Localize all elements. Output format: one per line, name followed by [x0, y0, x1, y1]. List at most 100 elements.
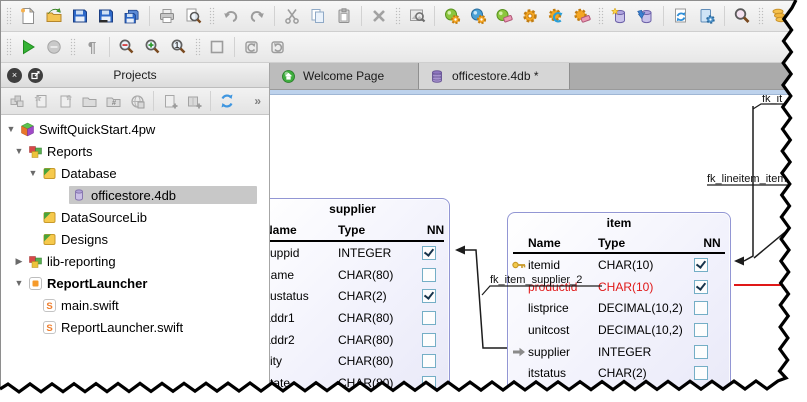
compile-gear-swirl-icon[interactable] [543, 4, 569, 28]
save-as-icon[interactable] [93, 4, 119, 28]
table-row[interactable]: unitcost DECIMAL(10,2) [508, 319, 730, 341]
nn-checkbox[interactable] [694, 322, 708, 337]
tree-item-reportlauncher[interactable]: ▼ ReportLauncher [1, 272, 269, 294]
copy-icon[interactable] [305, 4, 331, 28]
expander-icon[interactable]: ▶ [13, 256, 25, 267]
expander-icon[interactable]: ▼ [13, 146, 25, 156]
clean-ball-eraser-icon[interactable] [491, 4, 517, 28]
build-green-ball-icon[interactable] [439, 4, 465, 28]
new-file-icon[interactable] [29, 89, 53, 113]
nn-checkbox[interactable] [694, 257, 708, 272]
add-package-icon[interactable] [182, 89, 206, 113]
database-settings-icon[interactable] [694, 4, 720, 28]
toolbar-drag-handle[interactable] [6, 7, 12, 25]
database-import-icon[interactable] [633, 4, 659, 28]
toolbar-overflow-button[interactable]: » [254, 94, 261, 108]
nn-checkbox[interactable] [422, 245, 436, 260]
table-row[interactable]: suppidINTEGER [270, 242, 449, 264]
schema-diagram-canvas[interactable]: supplier Name Type NN suppidINTEGER name… [270, 95, 807, 402]
table-row[interactable]: supplier INTEGER [508, 341, 730, 363]
tab-officestore[interactable]: officestore.4db * [419, 63, 570, 89]
modules-icon[interactable] [5, 89, 29, 113]
relation-line-diagonal[interactable] [753, 212, 807, 259]
nn-checkbox[interactable] [694, 301, 708, 316]
cut-icon[interactable] [279, 4, 305, 28]
table-supplier[interactable]: supplier Name Type NN suppidINTEGER name… [270, 198, 450, 402]
tree-item-project[interactable]: ▼ SwiftQuickStart.4pw [1, 118, 269, 140]
nn-checkbox[interactable] [422, 267, 436, 282]
table-row[interactable]: listprice DECIMAL(10,2) [508, 297, 730, 319]
tree-item-datasourcelib[interactable]: DataSourceLib [1, 206, 269, 228]
save-all-icon[interactable] [119, 4, 145, 28]
tree-item-lib-reporting[interactable]: ▶ lib-reporting [1, 250, 269, 272]
relation-line-lineitem-item[interactable] [743, 106, 754, 262]
folder-icon[interactable] [77, 89, 101, 113]
nn-checkbox[interactable] [422, 289, 436, 304]
tree-item-reportlauncher-swift[interactable]: S ReportLauncher.swift [1, 316, 269, 338]
undo-icon[interactable] [218, 4, 244, 28]
home-globe-icon[interactable] [793, 4, 807, 28]
expander-icon[interactable]: ▼ [5, 124, 17, 134]
deploy-package-icon[interactable] [125, 89, 149, 113]
relation-label-lineitem-item[interactable]: fk_lineitem_item [707, 173, 786, 185]
table-row[interactable]: cityCHAR(80) [270, 350, 449, 372]
table-row[interactable]: addr1CHAR(80) [270, 307, 449, 329]
open-folder-icon[interactable] [41, 4, 67, 28]
detach-panel-button[interactable] [28, 67, 43, 83]
table-row[interactable]: nameCHAR(80) [270, 264, 449, 286]
stop-icon[interactable] [41, 35, 67, 59]
new-document-icon[interactable] [15, 4, 41, 28]
preview-image-icon[interactable] [404, 4, 430, 28]
settings-gear-icon[interactable] [517, 4, 543, 28]
print-icon[interactable] [154, 4, 180, 28]
refresh-document-icon[interactable] [668, 4, 694, 28]
nn-checkbox[interactable] [694, 387, 708, 402]
table-row[interactable]: itstatus CHAR(2) [508, 362, 730, 384]
table-row[interactable]: sustatusCHAR(2) [270, 285, 449, 307]
build-blue-ball-icon[interactable] [465, 4, 491, 28]
nn-checkbox[interactable] [694, 344, 708, 359]
delete-icon[interactable] [366, 4, 392, 28]
database-new-icon[interactable] [607, 4, 633, 28]
zoom-in-icon[interactable] [140, 35, 166, 59]
shape-square-icon[interactable] [204, 35, 230, 59]
toolbar-drag-handle[interactable] [6, 38, 12, 56]
redo-icon[interactable] [244, 4, 270, 28]
clean-gear-eraser-icon[interactable] [569, 4, 595, 28]
nn-checkbox[interactable] [422, 375, 436, 390]
formatting-marks-icon[interactable]: ¶ [79, 35, 105, 59]
table-row[interactable]: stateCHAR(80) [270, 372, 449, 394]
tree-item-designs[interactable]: Designs [1, 228, 269, 250]
relation-label-top-partial[interactable]: fk_it [762, 95, 782, 105]
window-next-icon[interactable] [265, 35, 291, 59]
save-icon[interactable] [67, 4, 93, 28]
nn-checkbox[interactable] [694, 366, 708, 381]
new-wizard-icon[interactable] [53, 89, 77, 113]
tab-welcome-page[interactable]: Welcome Page [270, 63, 419, 89]
zoom-actual-icon[interactable]: 1 [166, 35, 192, 59]
sync-icon[interactable] [215, 89, 239, 113]
nn-checkbox[interactable] [422, 354, 436, 369]
table-row[interactable]: addr2CHAR(80) [270, 329, 449, 351]
table-row[interactable]: productid CHAR(10) [508, 276, 730, 298]
coins-icon[interactable] [767, 4, 793, 28]
nn-checkbox[interactable] [422, 332, 436, 347]
working-set-icon[interactable]: # [101, 89, 125, 113]
paste-icon[interactable] [331, 4, 357, 28]
print-preview-icon[interactable] [180, 4, 206, 28]
table-row[interactable]: attr1 CHAR(80) [508, 384, 730, 402]
window-previous-icon[interactable] [239, 35, 265, 59]
nn-checkbox[interactable] [694, 279, 708, 294]
search-icon[interactable] [729, 4, 755, 28]
zoom-out-icon[interactable] [114, 35, 140, 59]
tree-item-officestore[interactable]: officestore.4db [1, 184, 269, 206]
expander-icon[interactable]: ▼ [13, 278, 25, 288]
close-panel-button[interactable]: × [7, 67, 22, 83]
nn-checkbox[interactable] [422, 310, 436, 325]
expander-icon[interactable]: ▼ [27, 168, 39, 178]
tree-item-database[interactable]: ▼ Database [1, 162, 269, 184]
tree-item-reports[interactable]: ▼ Reports [1, 140, 269, 162]
relation-line-item-supplier[interactable] [464, 249, 507, 349]
run-icon[interactable] [15, 35, 41, 59]
add-file-icon[interactable] [158, 89, 182, 113]
